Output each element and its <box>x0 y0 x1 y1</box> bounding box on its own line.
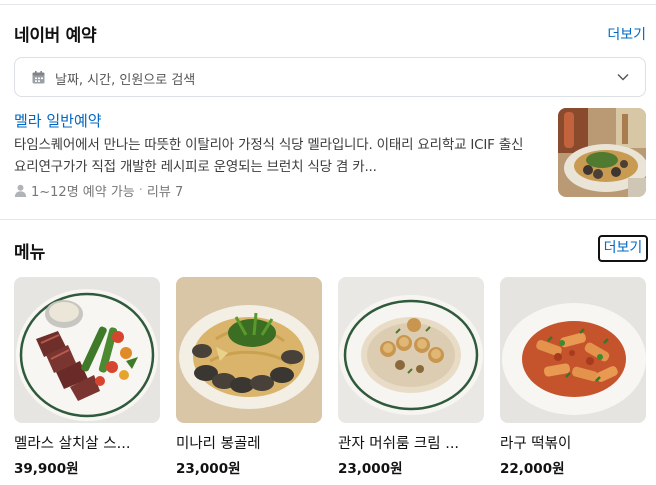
menu-item-name: 관자 머쉬룸 크림 ... <box>338 436 460 452</box>
person-icon <box>14 184 27 197</box>
menu-item-price: 39,900원 <box>14 461 79 477</box>
menu-item-price: 23,000원 <box>176 461 241 477</box>
menu-item-image <box>500 277 646 423</box>
search-placeholder: 날짜, 시간, 인원으로 검색 <box>55 73 196 88</box>
calendar-icon <box>32 71 45 84</box>
section-divider <box>0 219 656 220</box>
menu-more-button[interactable]: 더보기 <box>598 235 648 262</box>
chevron-down-icon <box>617 74 629 81</box>
menu-item-name: 라구 떡볶이 <box>500 436 572 452</box>
menu-item-name: 멜라스 살치살 스... <box>14 436 131 452</box>
reservation-more-link[interactable]: 더보기 <box>607 24 646 44</box>
reservation-section-title: 네이버 예약 <box>14 26 97 46</box>
booking-reviews: 리뷰 7 <box>146 185 184 200</box>
menu-item-card[interactable]: 관자 머쉬룸 크림 ... 23,000원 <box>338 277 484 477</box>
booking-capacity: 1~12명 예약 가능 <box>31 185 135 200</box>
menu-item-price: 23,000원 <box>338 461 403 477</box>
reservation-search-box[interactable]: 날짜, 시간, 인원으로 검색 <box>14 57 646 97</box>
booking-thumbnail[interactable] <box>558 108 646 197</box>
menu-section-title: 메뉴 <box>14 243 46 263</box>
menu-item-name: 미나리 봉골레 <box>176 436 261 452</box>
top-divider <box>0 4 656 5</box>
booking-item-title[interactable]: 멜라 일반예약 <box>14 110 102 131</box>
menu-item-card[interactable]: 라구 떡볶이 22,000원 <box>500 277 646 477</box>
booking-item-description: 타임스퀘어에서 만나는 따뜻한 이탈리아 가정식 식당 멜라입니다. 이태리 요… <box>14 137 524 175</box>
meta-separator: · <box>138 183 143 198</box>
menu-item-image <box>338 277 484 423</box>
menu-item-image <box>14 277 160 423</box>
booking-item-meta: 1~12명 예약 가능 · 리뷰 7 <box>14 181 183 200</box>
menu-item-price: 22,000원 <box>500 461 565 477</box>
menu-item-image <box>176 277 322 423</box>
menu-item-card[interactable]: 미나리 봉골레 23,000원 <box>176 277 322 477</box>
menu-item-card[interactable]: 멜라스 살치살 스... 39,900원 <box>14 277 160 477</box>
